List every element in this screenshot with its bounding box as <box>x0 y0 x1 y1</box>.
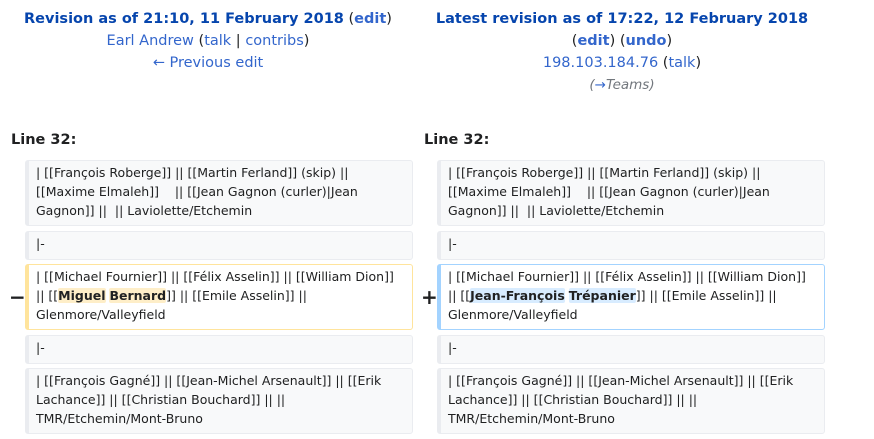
deleted-word-2: Bernard <box>109 288 167 304</box>
deleted-line: | [[Michael Fournier]] || [[Félix Asseli… <box>25 264 413 330</box>
left-edit-link[interactable]: edit <box>354 11 386 27</box>
left-line-number: Line 32: <box>11 132 77 148</box>
right-context-line-1: | [[François Roberge]] || [[Martin Ferla… <box>437 160 825 226</box>
right-line-number: Line 32: <box>424 132 490 148</box>
right-context-line-5: | [[François Gagné]] || [[Jean-Michel Ar… <box>437 368 825 434</box>
left-revision-title-link[interactable]: Revision as of 21:10, 11 February 2018 <box>24 11 344 27</box>
right-edit-link[interactable]: edit <box>577 33 609 49</box>
added-word-2: Trépanier <box>568 288 636 304</box>
left-context-line-2: |- <box>25 231 413 260</box>
deleted-word-1: Miguel <box>58 288 106 304</box>
previous-edit-link[interactable]: ← Previous edit <box>153 55 264 71</box>
left-context-line-4: |- <box>25 335 413 364</box>
left-user-paren-close: ) <box>303 33 310 49</box>
added-line-marker: + <box>421 285 438 309</box>
left-separator: | <box>231 33 246 49</box>
right-revision-header: Latest revision as of 17:22, 12 February… <box>414 8 830 96</box>
right-paren-close: ) <box>609 33 616 49</box>
right-user-paren-close: ) <box>695 55 702 71</box>
right-revision-title-link[interactable]: Latest revision as of 17:22, 12 February… <box>436 11 808 27</box>
left-contribs-link[interactable]: contribs <box>245 33 303 49</box>
undo-link[interactable]: undo <box>626 33 667 49</box>
added-line: | [[Michael Fournier]] || [[Félix Asseli… <box>437 264 825 330</box>
right-context-line-4: |- <box>437 335 825 364</box>
left-user-link[interactable]: Earl Andrew <box>107 33 194 49</box>
summary-section-text: Teams <box>605 77 650 93</box>
right-talk-link[interactable]: talk <box>668 55 695 71</box>
left-talk-link[interactable]: talk <box>204 33 231 49</box>
left-revision-header: Revision as of 21:10, 11 February 2018 (… <box>0 8 416 74</box>
left-paren-close: ) <box>386 11 392 27</box>
deleted-line-marker: − <box>9 285 26 309</box>
right-user-link[interactable]: 198.103.184.76 <box>543 55 658 71</box>
undo-paren-close: ) <box>666 33 673 49</box>
added-word-1: Jean-François <box>470 288 565 304</box>
edit-summary: (→Teams) <box>414 74 830 96</box>
left-context-line-5: | [[François Gagné]] || [[Jean-Michel Ar… <box>25 368 413 434</box>
right-context-line-2: |- <box>437 231 825 260</box>
left-context-line-1: | [[François Roberge]] || [[Martin Ferla… <box>25 160 413 226</box>
summary-section-arrow-link[interactable]: → <box>595 77 606 93</box>
summary-paren-close: ) <box>649 77 655 93</box>
